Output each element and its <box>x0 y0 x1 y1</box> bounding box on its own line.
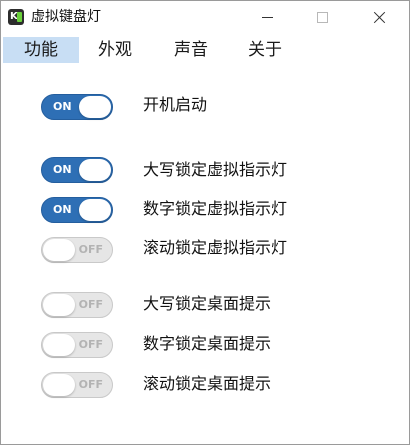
tab-function[interactable]: 功能 <box>3 37 79 63</box>
toggle-knob <box>43 374 75 396</box>
toggle-state-text: OFF <box>78 243 103 256</box>
app-window: K 虚拟键盘灯 功能 外观 声音 关于 ON 开机启动 ON 大写锁定虚拟指示灯… <box>0 0 410 445</box>
capslock-desktop-hint-label: 大写锁定桌面提示 <box>143 294 272 313</box>
close-button[interactable] <box>356 1 402 33</box>
scrolllock-indicator-toggle[interactable]: OFF <box>41 237 113 263</box>
numlock-indicator-toggle[interactable]: ON <box>41 197 113 223</box>
startup-label: 开机启动 <box>143 95 208 114</box>
scrolllock-indicator-label: 滚动锁定虚拟指示灯 <box>143 238 288 257</box>
numlock-desktop-hint-toggle[interactable]: OFF <box>41 332 113 358</box>
toggle-knob <box>79 199 111 221</box>
toggle-state-text: ON <box>53 100 72 113</box>
toggle-knob <box>43 334 75 356</box>
scrolllock-desktop-hint-toggle[interactable]: OFF <box>41 372 113 398</box>
toggle-state-text: OFF <box>78 338 103 351</box>
minimize-icon <box>261 16 273 18</box>
toggle-state-text: ON <box>53 163 72 176</box>
toggle-state-text: OFF <box>78 298 103 311</box>
toggle-knob <box>79 96 111 118</box>
title-bar: K 虚拟键盘灯 <box>1 1 409 35</box>
tab-appearance[interactable]: 外观 <box>83 37 147 63</box>
window-title: 虚拟键盘灯 <box>31 9 101 25</box>
numlock-desktop-hint-label: 数字锁定桌面提示 <box>143 334 272 353</box>
toggle-knob <box>79 159 111 181</box>
toggle-state-text: OFF <box>78 378 103 391</box>
tab-sound[interactable]: 声音 <box>155 37 227 63</box>
close-icon <box>373 11 386 24</box>
toggle-knob <box>43 239 75 261</box>
maximize-button[interactable] <box>299 1 345 33</box>
numlock-indicator-label: 数字锁定虚拟指示灯 <box>143 199 288 218</box>
toggle-knob <box>43 294 75 316</box>
capslock-indicator-toggle[interactable]: ON <box>41 157 113 183</box>
keyboard-led-app-icon: K <box>8 9 24 25</box>
tab-about[interactable]: 关于 <box>232 37 298 63</box>
minimize-button[interactable] <box>244 1 290 33</box>
capslock-desktop-hint-toggle[interactable]: OFF <box>41 292 113 318</box>
maximize-icon <box>316 11 328 23</box>
startup-toggle[interactable]: ON <box>41 94 113 120</box>
scrolllock-desktop-hint-label: 滚动锁定桌面提示 <box>143 374 272 393</box>
capslock-indicator-label: 大写锁定虚拟指示灯 <box>143 160 288 179</box>
tab-bar: 功能 外观 声音 关于 <box>1 37 409 64</box>
toggle-state-text: ON <box>53 203 72 216</box>
